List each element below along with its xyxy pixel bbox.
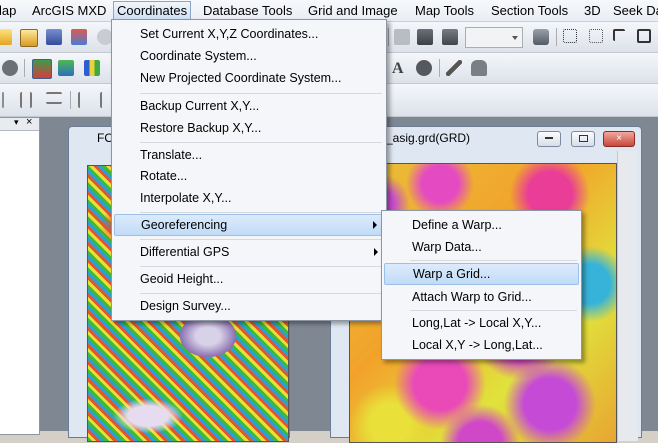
menu-item-coordinate-system[interactable]: Coordinate System... xyxy=(114,45,384,67)
georeferencing-submenu: Define a Warp... Warp Data... Warp a Gri… xyxy=(381,210,582,360)
minimize-button[interactable] xyxy=(537,131,561,147)
open-file-icon[interactable] xyxy=(20,29,38,47)
menu-item-label: Georeferencing xyxy=(141,218,228,232)
menu-item-interpolate-xy[interactable]: Interpolate X,Y... xyxy=(114,187,384,209)
toolbar-separator xyxy=(24,59,25,77)
maximize-icon xyxy=(578,134,588,142)
menu-separator xyxy=(140,142,382,143)
menu-item-differential-gps[interactable]: Differential GPS xyxy=(114,241,384,263)
globe-layer-icon[interactable] xyxy=(58,60,74,76)
menu-item-warp-data[interactable]: Warp Data... xyxy=(384,236,579,258)
submenu-arrow-icon xyxy=(374,248,378,256)
open-folder-icon[interactable] xyxy=(0,29,12,45)
menu-separator xyxy=(140,266,382,267)
grid-icon[interactable] xyxy=(563,29,577,43)
align-icon[interactable] xyxy=(20,92,32,108)
toolbar-separator xyxy=(439,59,440,77)
menu-separator xyxy=(140,212,382,213)
menu-item-restore-backup-xy[interactable]: Restore Backup X,Y... xyxy=(114,117,384,139)
menu-section-tools[interactable]: Section Tools xyxy=(488,2,571,19)
menu-item-design-survey[interactable]: Design Survey... xyxy=(114,295,384,317)
print-icon[interactable] xyxy=(71,29,87,45)
menu-map[interactable]: lap xyxy=(0,2,19,19)
send-back-icon[interactable] xyxy=(442,29,458,45)
layer-check-icon[interactable] xyxy=(32,59,52,79)
color-bars-icon[interactable] xyxy=(84,60,100,76)
menu-separator xyxy=(140,93,382,94)
side-panel: ▾ × xyxy=(0,116,40,435)
dot-grid-icon[interactable] xyxy=(589,29,603,43)
toolbar-separator xyxy=(556,28,557,46)
minimize-icon xyxy=(545,137,553,140)
menu-separator xyxy=(410,310,577,311)
maximize-button[interactable] xyxy=(571,131,595,147)
toolbar-separator xyxy=(388,28,389,46)
close-icon: × xyxy=(616,133,622,144)
toolbar-separator xyxy=(70,91,71,109)
menu-item-geoid-height[interactable]: Geoid Height... xyxy=(114,268,384,290)
frame-icon[interactable] xyxy=(637,29,651,43)
info-icon[interactable] xyxy=(2,60,18,76)
menu-item-set-current-xyz[interactable]: Set Current X,Y,Z Coordinates... xyxy=(114,23,384,45)
menu-database-tools[interactable]: Database Tools xyxy=(200,2,295,19)
camera-icon[interactable] xyxy=(533,29,549,45)
menu-separator xyxy=(410,260,577,261)
menu-item-backup-xy[interactable]: Backup Current X,Y... xyxy=(114,95,384,117)
menu-item-local-to-longlat[interactable]: Local X,Y -> Long,Lat... xyxy=(384,334,579,356)
move-icon[interactable] xyxy=(394,29,410,45)
menu-item-warp-grid[interactable]: Warp a Grid... xyxy=(384,263,579,285)
save-icon[interactable] xyxy=(46,29,62,45)
menu-item-define-warp[interactable]: Define a Warp... xyxy=(384,214,579,236)
toolbar-handle-icon[interactable] xyxy=(2,92,4,108)
pin-icon[interactable]: ▾ xyxy=(14,117,19,128)
margin-icon[interactable] xyxy=(613,29,625,41)
menu-coordinates[interactable]: Coordinates xyxy=(113,1,192,20)
bring-front-icon[interactable] xyxy=(417,29,433,45)
close-button[interactable]: × xyxy=(603,131,635,147)
menu-item-translate[interactable]: Translate... xyxy=(114,144,384,166)
pen-icon[interactable] xyxy=(446,60,462,76)
hand-icon[interactable] xyxy=(471,60,487,76)
menu-3d[interactable]: 3D xyxy=(581,2,604,19)
menu-grid-and-image[interactable]: Grid and Image xyxy=(305,2,401,19)
align-left-icon[interactable] xyxy=(78,92,92,108)
close-icon[interactable]: × xyxy=(26,116,32,128)
menu-seek-data[interactable]: Seek Dat xyxy=(610,2,658,19)
menu-separator xyxy=(140,239,382,240)
menu-item-attach-warp[interactable]: Attach Warp to Grid... xyxy=(384,286,579,308)
menu-item-longlat-to-local[interactable]: Long,Lat -> Local X,Y... xyxy=(384,312,579,334)
menu-map-tools[interactable]: Map Tools xyxy=(412,2,477,19)
text-tool-icon[interactable]: A xyxy=(392,60,404,78)
coordinates-menu: Set Current X,Y,Z Coordinates... Coordin… xyxy=(111,19,387,321)
vertical-scrollbar[interactable] xyxy=(617,151,638,441)
align-vertical-icon[interactable] xyxy=(46,92,62,104)
menu-arcgis-mxd[interactable]: ArcGIS MXD xyxy=(29,2,109,19)
chevron-down-icon xyxy=(512,36,518,40)
menu-item-label: Differential GPS xyxy=(140,245,230,259)
globe-icon[interactable] xyxy=(416,60,432,76)
menu-item-new-projected-cs[interactable]: New Projected Coordinate System... xyxy=(114,67,384,89)
side-panel-header: ▾ × xyxy=(0,116,39,131)
style-dropdown[interactable] xyxy=(465,27,523,48)
menu-item-rotate[interactable]: Rotate... xyxy=(114,165,384,187)
menu-item-georeferencing[interactable]: Georeferencing xyxy=(114,214,384,236)
submenu-arrow-icon xyxy=(373,221,377,229)
menu-separator xyxy=(140,293,382,294)
